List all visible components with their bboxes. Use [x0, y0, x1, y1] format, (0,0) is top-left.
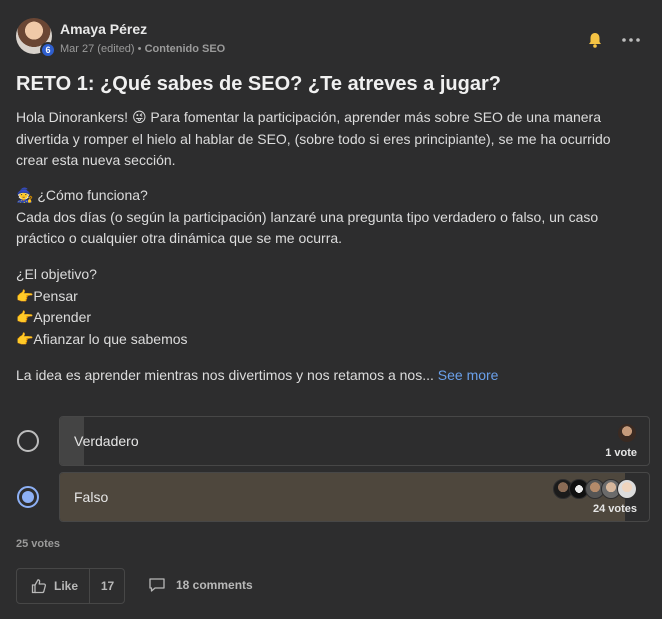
- goal-item: 👉Afianzar lo que sabemos: [16, 330, 188, 347]
- poll-vote-count: 24 votes: [592, 503, 637, 515]
- poll-bar-verdadero[interactable]: Verdadero 1 vote: [59, 416, 650, 466]
- voter-avatars: [615, 423, 637, 445]
- poll-bar-falso[interactable]: Falso 24 votes: [59, 472, 650, 522]
- category-link[interactable]: Contenido SEO: [145, 43, 226, 55]
- poll-option-falso: Falso 24 votes: [16, 472, 650, 522]
- goal-heading: ¿El objetivo?: [16, 266, 97, 282]
- poll-vote-count: 1 vote: [605, 447, 637, 459]
- post-title: RETO 1: ¿Qué sabes de SEO? ¿Te atreves a…: [16, 73, 501, 95]
- comments-label: 18 comments: [176, 578, 253, 592]
- voter-avatar[interactable]: [617, 479, 637, 499]
- poll-option-label: Falso: [74, 489, 109, 505]
- like-label: Like: [54, 579, 79, 593]
- more-options-icon[interactable]: [620, 31, 642, 49]
- how-heading: 🧙 ¿Cómo funciona?: [16, 187, 148, 203]
- poll-total-votes: 25 votes: [16, 538, 61, 550]
- like-count[interactable]: 17: [90, 579, 125, 593]
- meta-separator: •: [137, 43, 142, 55]
- poll-option-label: Verdadero: [74, 433, 139, 449]
- see-more-link[interactable]: See more: [438, 367, 499, 383]
- poll-radio-falso[interactable]: [17, 486, 39, 508]
- post-paragraph-goal: ¿El objetivo? 👉Pensar 👉Aprender 👉Afianza…: [16, 264, 646, 350]
- post-card: 6 Amaya Pérez Mar 27 (edited) • Contenid…: [0, 0, 662, 619]
- goal-item: 👉Aprender: [16, 309, 92, 325]
- post-paragraph-idea: La idea es aprender mientras nos diverti…: [16, 365, 646, 387]
- goal-item: 👉Pensar: [16, 287, 78, 304]
- idea-text: La idea es aprender mientras nos diverti…: [16, 367, 434, 383]
- voter-avatar[interactable]: [617, 423, 637, 443]
- post-paragraph-intro: Hola Dinorankers! 😜 Para fomentar la par…: [16, 109, 611, 168]
- post-meta: Mar 27 (edited) • Contenido SEO: [60, 43, 225, 55]
- post-paragraph-how: 🧙 ¿Cómo funciona? Cada dos días (o según…: [16, 185, 646, 250]
- voter-avatars: [553, 479, 637, 501]
- like-group: Like 17: [16, 568, 125, 604]
- post-date: Mar 27 (edited): [60, 43, 135, 55]
- level-badge: 6: [40, 42, 56, 58]
- like-button[interactable]: Like: [17, 569, 90, 603]
- poll-option-verdadero: Verdadero 1 vote: [16, 416, 650, 466]
- poll-radio-verdadero[interactable]: [17, 430, 39, 452]
- post-header: 6 Amaya Pérez Mar 27 (edited) • Contenid…: [16, 18, 646, 60]
- bell-icon[interactable]: [586, 31, 604, 49]
- thumbs-up-icon: [31, 579, 47, 594]
- comment-icon: [149, 578, 165, 592]
- author-name[interactable]: Amaya Pérez: [60, 21, 147, 37]
- author-avatar[interactable]: 6: [16, 18, 56, 58]
- how-text: Cada dos días (o según la participación)…: [16, 208, 599, 247]
- poll-bar-fill: [60, 473, 626, 521]
